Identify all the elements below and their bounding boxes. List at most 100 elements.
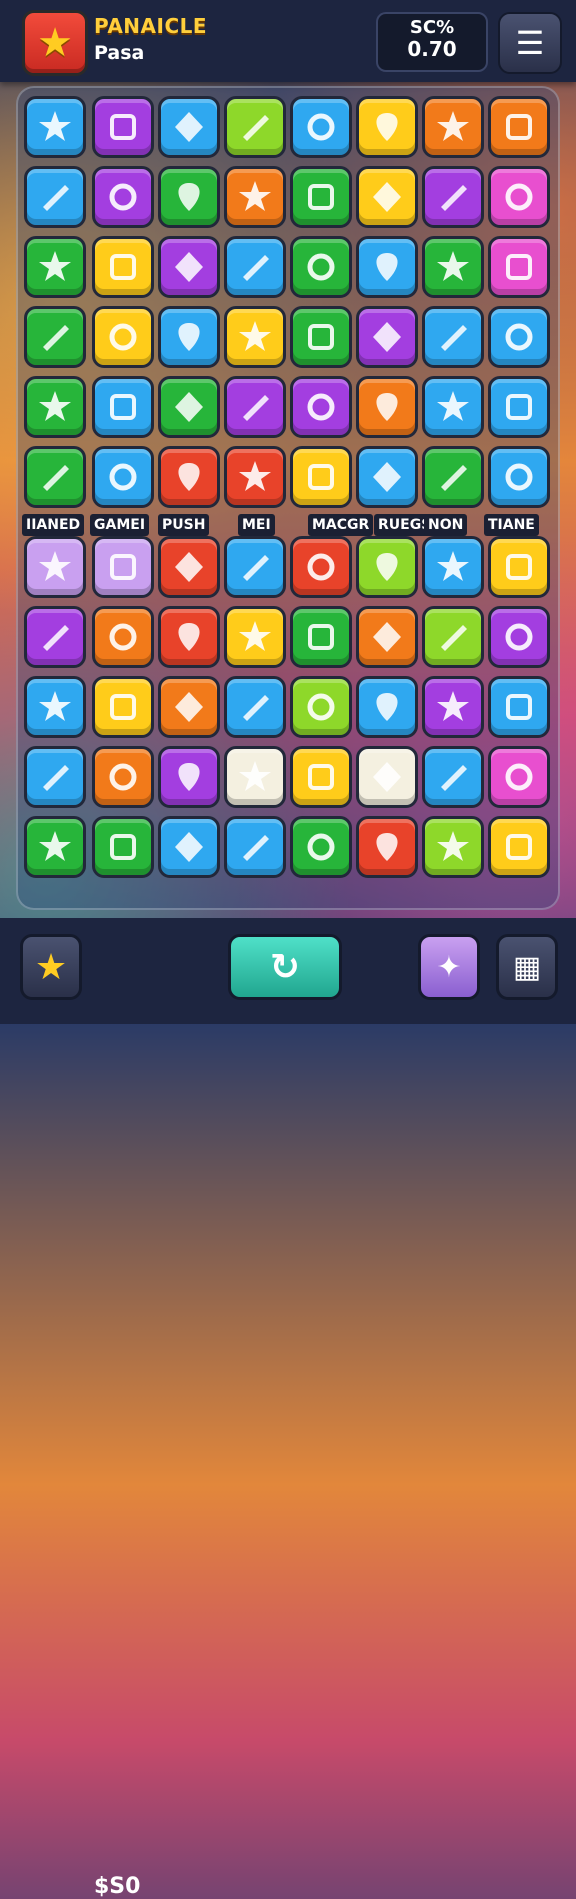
board-tile[interactable]: [488, 166, 550, 228]
board-tile[interactable]: [488, 606, 550, 668]
board-tile[interactable]: [92, 676, 154, 738]
board-tile[interactable]: [290, 376, 352, 438]
board-tile[interactable]: [24, 166, 86, 228]
board-tile[interactable]: [224, 606, 286, 668]
board-tile[interactable]: [224, 166, 286, 228]
board-tile[interactable]: [422, 746, 484, 808]
board-tile[interactable]: [422, 376, 484, 438]
board-tile[interactable]: [488, 376, 550, 438]
tile-gem-icon: [178, 323, 200, 351]
board-tile[interactable]: [24, 446, 86, 508]
board-tile[interactable]: [356, 96, 418, 158]
board-tile[interactable]: [356, 166, 418, 228]
board-tile[interactable]: [290, 816, 352, 878]
board-tile[interactable]: [488, 306, 550, 368]
board-tile[interactable]: [422, 306, 484, 368]
board-tile[interactable]: [224, 236, 286, 298]
board-tile[interactable]: [158, 746, 220, 808]
board-tile[interactable]: [24, 816, 86, 878]
board-tile[interactable]: [488, 676, 550, 738]
board-tile[interactable]: [24, 676, 86, 738]
board-tile[interactable]: [24, 306, 86, 368]
board-tile[interactable]: [24, 96, 86, 158]
board-tile[interactable]: [92, 446, 154, 508]
star-button[interactable]: ★: [20, 934, 82, 1000]
board-tile[interactable]: [422, 166, 484, 228]
board-tile[interactable]: [158, 376, 220, 438]
board-tile[interactable]: [24, 536, 86, 598]
board-tile[interactable]: [92, 236, 154, 298]
board-tile[interactable]: [422, 816, 484, 878]
board-tile[interactable]: [356, 606, 418, 668]
board-tile[interactable]: [290, 306, 352, 368]
board-tile[interactable]: [224, 306, 286, 368]
board-tile[interactable]: [356, 816, 418, 878]
board-tile[interactable]: [356, 746, 418, 808]
grid-button[interactable]: ▦: [496, 934, 558, 1000]
board-tile[interactable]: [290, 236, 352, 298]
board-tile[interactable]: [290, 446, 352, 508]
tile-gem-icon: [437, 251, 469, 281]
board-tile[interactable]: [224, 816, 286, 878]
board-tile[interactable]: [92, 606, 154, 668]
board-tile[interactable]: [422, 536, 484, 598]
board-tile[interactable]: [422, 446, 484, 508]
magic-button[interactable]: ✦: [418, 934, 480, 1000]
board-tile[interactable]: [290, 606, 352, 668]
board-tile[interactable]: [290, 536, 352, 598]
tile-gem-icon: [239, 181, 271, 211]
board-tile[interactable]: [92, 166, 154, 228]
board-tile[interactable]: [290, 676, 352, 738]
board-tile[interactable]: [158, 676, 220, 738]
board-tile[interactable]: [224, 746, 286, 808]
board-tile[interactable]: [24, 236, 86, 298]
board-tile[interactable]: [356, 306, 418, 368]
board-tile[interactable]: [158, 816, 220, 878]
board-tile[interactable]: [158, 306, 220, 368]
menu-button[interactable]: ☰: [498, 12, 562, 74]
board-tile[interactable]: [488, 536, 550, 598]
board-tile[interactable]: [158, 166, 220, 228]
board-tile[interactable]: [92, 306, 154, 368]
board-tile[interactable]: [422, 606, 484, 668]
board-tile[interactable]: [290, 166, 352, 228]
board-tile[interactable]: [24, 746, 86, 808]
board-tile[interactable]: [224, 536, 286, 598]
board-tile[interactable]: [422, 676, 484, 738]
board-tile[interactable]: [224, 446, 286, 508]
tile-gem-icon: [243, 835, 269, 861]
board-tile[interactable]: [224, 376, 286, 438]
board-tile[interactable]: [24, 606, 86, 668]
refresh-icon: ↻: [269, 946, 301, 988]
board-tile[interactable]: [224, 676, 286, 738]
board-tile[interactable]: [488, 746, 550, 808]
board-tile[interactable]: [224, 96, 286, 158]
board-tile[interactable]: [92, 816, 154, 878]
board-tile[interactable]: [158, 96, 220, 158]
board-tile[interactable]: [158, 606, 220, 668]
board-tile[interactable]: [356, 446, 418, 508]
board-tile[interactable]: [92, 376, 154, 438]
board-tile[interactable]: [290, 96, 352, 158]
board-tile[interactable]: [158, 236, 220, 298]
board-tile[interactable]: [356, 376, 418, 438]
board-tile[interactable]: [92, 536, 154, 598]
board-tile[interactable]: [158, 446, 220, 508]
board-tile[interactable]: [422, 96, 484, 158]
board-tile[interactable]: [158, 536, 220, 598]
board-tile[interactable]: [422, 236, 484, 298]
board-tile[interactable]: [488, 236, 550, 298]
board-tile[interactable]: [356, 536, 418, 598]
logo-button[interactable]: ★: [22, 10, 88, 76]
board-tile[interactable]: [92, 96, 154, 158]
board-tile[interactable]: [488, 816, 550, 878]
board-tile[interactable]: [290, 746, 352, 808]
board-tile[interactable]: [356, 236, 418, 298]
board-tile[interactable]: [356, 676, 418, 738]
board-tile[interactable]: [92, 746, 154, 808]
top-bar: ★ PANAICLE Pasa SC% 0.70 ☰: [0, 0, 576, 82]
refresh-button[interactable]: ↻: [228, 934, 342, 1000]
board-tile[interactable]: [488, 446, 550, 508]
board-tile[interactable]: [488, 96, 550, 158]
board-tile[interactable]: [24, 376, 86, 438]
